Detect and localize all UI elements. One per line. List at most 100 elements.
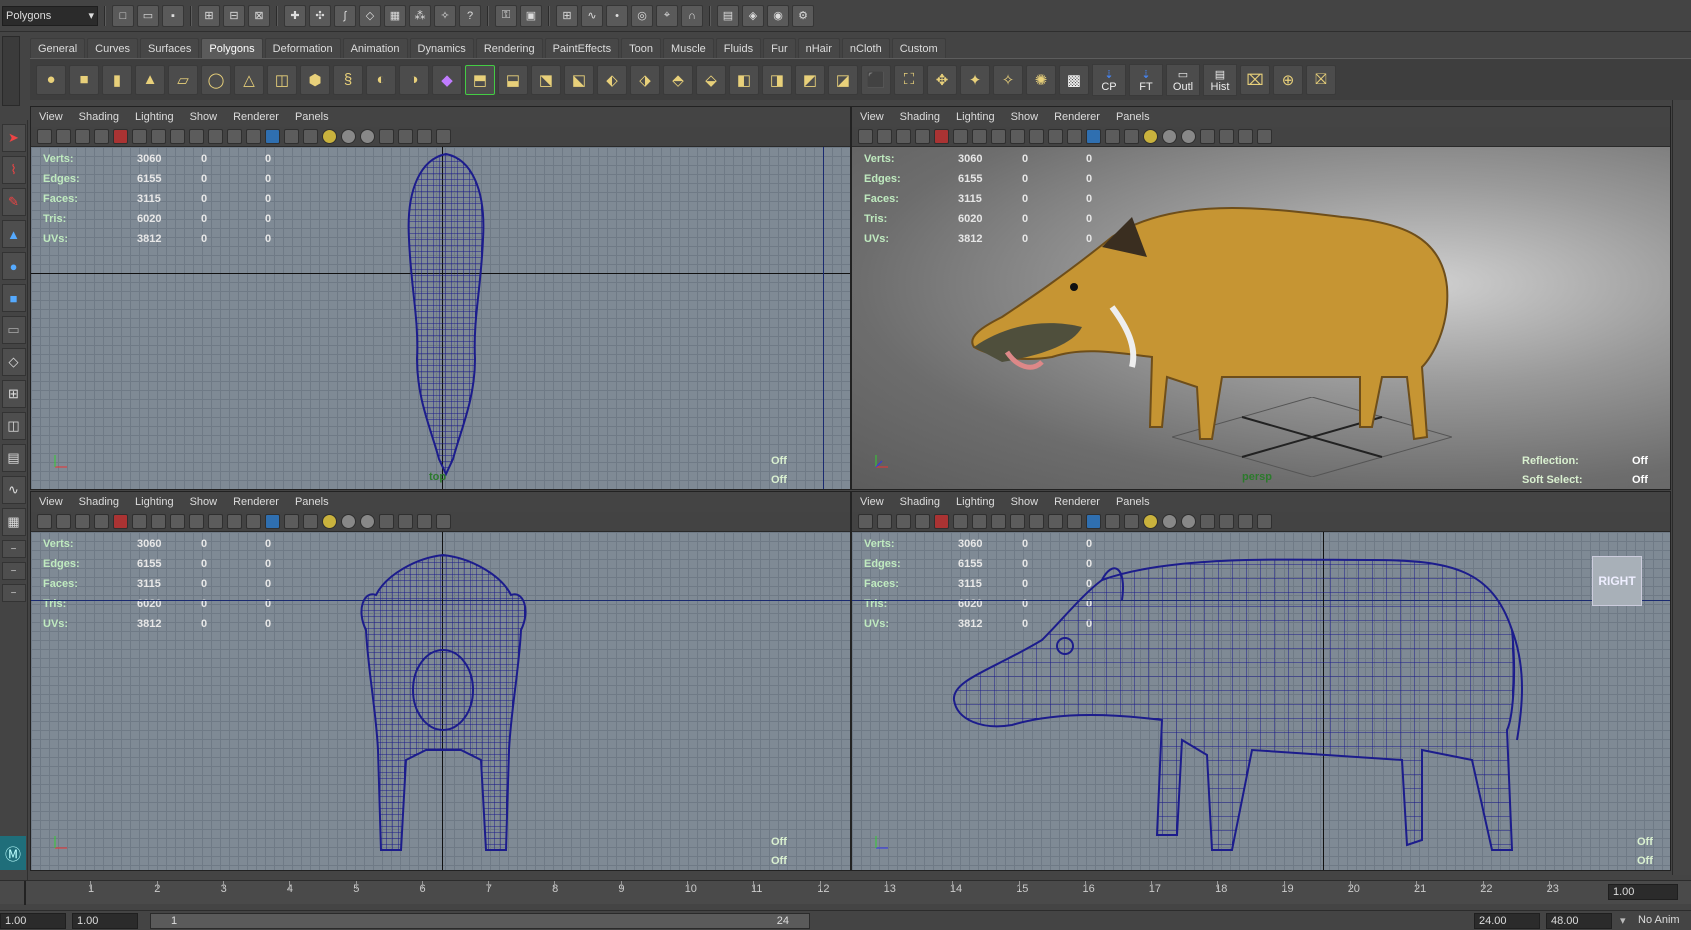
layout-option-icon[interactable]: − <box>1 540 26 558</box>
current-frame-field[interactable]: 1.00 <box>1608 884 1678 900</box>
film-gate-icon[interactable] <box>132 129 147 144</box>
menu-panels[interactable]: Panels <box>295 496 329 508</box>
automatic-map-icon[interactable]: ⬛ <box>861 64 891 95</box>
viewport-persp[interactable]: Verts: 3060 0 0 Edges: 6155 0 0 Faces: 3115 0 0 Tris… <box>852 147 1670 489</box>
select-curve-icon[interactable]: ∫ <box>334 4 356 27</box>
checker-icon[interactable]: ▩ <box>1059 64 1089 95</box>
bookmarks-icon[interactable] <box>75 129 90 144</box>
snap-live-icon[interactable]: ⌖ <box>656 4 678 27</box>
history-button[interactable]: ▤ Hist <box>1203 63 1237 96</box>
tab-animation[interactable]: Animation <box>342 38 408 58</box>
bookmarks-icon[interactable] <box>896 129 911 144</box>
field-chart-icon[interactable] <box>189 129 204 144</box>
use-all-lights-icon[interactable] <box>341 514 356 529</box>
menu-view[interactable]: View <box>39 496 63 508</box>
two-layout-icon[interactable]: ◫ <box>1 412 26 440</box>
menu-view[interactable]: View <box>39 111 63 123</box>
paint-select-tool-icon[interactable]: ✎ <box>1 188 26 216</box>
shadows-icon[interactable] <box>360 514 375 529</box>
move-pivot-icon[interactable]: ✥ <box>927 64 957 95</box>
wireframe-icon[interactable] <box>1067 129 1082 144</box>
hud-icon[interactable] <box>1257 129 1272 144</box>
open-scene-icon[interactable]: ▭ <box>137 4 159 27</box>
ipr-render-icon[interactable]: ◉ <box>767 4 789 27</box>
render-current-icon[interactable]: ◈ <box>742 4 764 27</box>
tab-rendering[interactable]: Rendering <box>475 38 543 58</box>
poly-sphere-icon[interactable]: ● <box>36 64 66 95</box>
select-deform-icon[interactable]: ▦ <box>384 4 406 27</box>
xray-joints-icon[interactable] <box>398 129 413 144</box>
hypershade-layout-icon[interactable]: ▦ <box>1 508 26 536</box>
render-view-icon[interactable]: ▤ <box>717 4 739 27</box>
shadows-icon[interactable] <box>1181 129 1196 144</box>
shelf-handle[interactable] <box>2 36 20 106</box>
center-pivot-icon[interactable]: ⊕ <box>1273 64 1303 95</box>
wireframe-on-shaded-icon[interactable] <box>284 514 299 529</box>
poly-plane-icon[interactable]: ▱ <box>168 64 198 95</box>
wireframe-on-shaded-icon[interactable] <box>1105 514 1120 529</box>
menu-panels[interactable]: Panels <box>295 111 329 123</box>
safe-title-icon[interactable] <box>227 514 242 529</box>
range-slider[interactable]: 1 24 <box>150 913 810 929</box>
viewport-side[interactable]: Verts: 3060 0 0 Edges: 6155 0 0 Faces: 3115 0 0 Tris… <box>852 532 1670 870</box>
save-scene-icon[interactable]: ▪ <box>162 4 184 27</box>
snap-grid-icon[interactable]: ⊞ <box>556 4 578 27</box>
use-all-lights-icon[interactable] <box>1162 514 1177 529</box>
grid-icon[interactable] <box>113 129 128 144</box>
new-scene-icon[interactable]: □ <box>112 4 134 27</box>
film-gate-icon[interactable] <box>132 514 147 529</box>
menu-lighting[interactable]: Lighting <box>956 111 995 123</box>
select-tool-icon[interactable]: ➤ <box>1 124 26 152</box>
menu-show[interactable]: Show <box>1011 111 1039 123</box>
gate-mask-icon[interactable] <box>991 129 1006 144</box>
menu-shading[interactable]: Shading <box>79 496 119 508</box>
safe-title-icon[interactable] <box>227 129 242 144</box>
xray-icon[interactable] <box>379 129 394 144</box>
cp-button[interactable]: ⇣ CP <box>1092 63 1126 96</box>
magnet-icon[interactable]: ∩ <box>681 4 703 27</box>
image-plane-icon[interactable] <box>94 514 109 529</box>
xray-joints-icon[interactable] <box>1219 514 1234 529</box>
menu-view[interactable]: View <box>860 111 884 123</box>
use-default-light-icon[interactable] <box>322 514 337 529</box>
chevron-down-icon[interactable]: ▾ <box>1620 914 1626 927</box>
xray-icon[interactable] <box>379 514 394 529</box>
select-component-icon[interactable]: ⊠ <box>248 4 270 27</box>
smooth-shade-icon[interactable] <box>1086 514 1101 529</box>
poly-helix-icon[interactable]: § <box>333 64 363 95</box>
menu-lighting[interactable]: Lighting <box>135 111 174 123</box>
isolate-select-icon[interactable] <box>417 514 432 529</box>
mode-select[interactable]: Polygons ▾ <box>2 5 98 26</box>
safe-title-icon[interactable] <box>1048 129 1063 144</box>
image-plane-icon[interactable] <box>915 514 930 529</box>
film-gate-icon[interactable] <box>953 514 968 529</box>
isolate-select-icon[interactable] <box>1238 514 1253 529</box>
tab-toon[interactable]: Toon <box>621 38 661 58</box>
film-gate-icon[interactable] <box>953 129 968 144</box>
tab-dynamics[interactable]: Dynamics <box>409 38 474 58</box>
wireframe-on-shaded-icon[interactable] <box>1105 129 1120 144</box>
wireframe-icon[interactable] <box>246 514 261 529</box>
tab-fur[interactable]: Fur <box>763 38 796 58</box>
resolution-gate-icon[interactable] <box>151 514 166 529</box>
grid-icon[interactable] <box>113 514 128 529</box>
smooth-shade-icon[interactable] <box>265 514 280 529</box>
safe-action-icon[interactable] <box>1029 514 1044 529</box>
tab-deformation[interactable]: Deformation <box>264 38 341 58</box>
select-dynamic-icon[interactable]: ⁂ <box>409 4 431 27</box>
viewport-front[interactable]: Verts: 3060 0 0 Edges: 6155 0 0 Faces: 3115 0 0 Tris… <box>31 532 850 870</box>
delete-history-icon[interactable]: ⌧ <box>1240 64 1270 95</box>
grid-icon[interactable] <box>934 514 949 529</box>
tab-surfaces[interactable]: Surfaces <box>139 38 200 58</box>
select-object-icon[interactable]: ⊟ <box>223 4 245 27</box>
layout-option-icon[interactable]: − <box>1 584 26 602</box>
menu-show[interactable]: Show <box>1011 496 1039 508</box>
use-all-lights-icon[interactable] <box>1162 129 1177 144</box>
select-camera-icon[interactable] <box>37 514 52 529</box>
tab-fluids[interactable]: Fluids <box>715 38 762 58</box>
merge-icon[interactable]: ⬙ <box>696 64 726 95</box>
camera-attributes-icon[interactable] <box>877 129 892 144</box>
menu-panels[interactable]: Panels <box>1116 111 1150 123</box>
view-cube[interactable]: RIGHT <box>1592 556 1642 606</box>
bookmarks-icon[interactable] <box>896 514 911 529</box>
